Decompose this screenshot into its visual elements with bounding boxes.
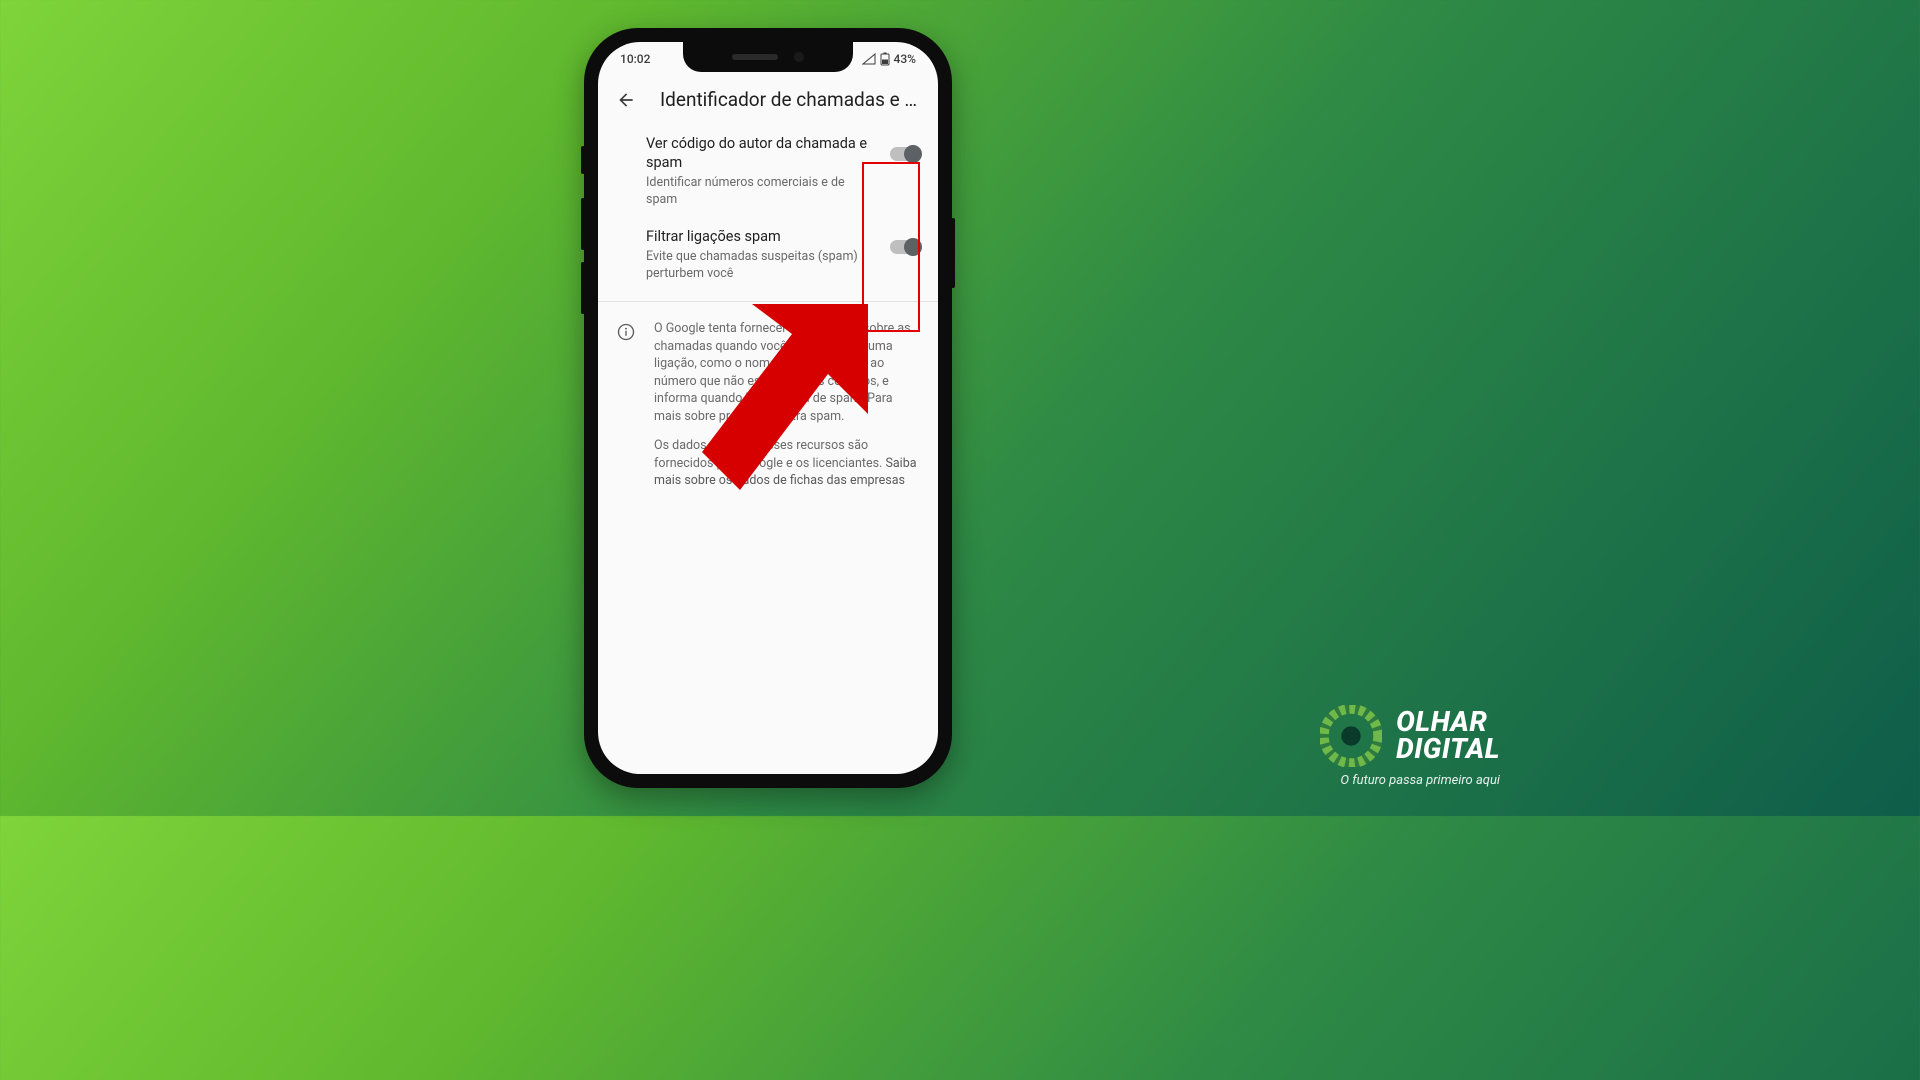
status-battery-pct: 43% [894, 52, 916, 66]
setting-title: Ver código do autor da chamada e spam [646, 135, 878, 173]
info-section: O Google tenta fornecer informações sobr… [598, 310, 938, 500]
side-button [581, 146, 585, 174]
back-arrow-icon[interactable] [616, 90, 636, 110]
page-title: Identificador de chamadas e sp... [660, 88, 920, 111]
toggle-caller-id-spam[interactable] [890, 147, 920, 161]
setting-filter-spam[interactable]: Filtrar ligações spam Evite que chamadas… [598, 218, 938, 293]
app-bar: Identificador de chamadas e sp... [598, 76, 938, 125]
setting-title: Filtrar ligações spam [646, 228, 878, 247]
info-paragraph-2: Os dados usados nesses recursos são forn… [654, 437, 920, 490]
phone-screen: 10:02 43% Identificador de chamadas e sp… [598, 42, 938, 774]
speaker-grille [732, 54, 778, 60]
info-icon [616, 322, 636, 342]
side-button [581, 262, 585, 314]
setting-caller-id-spam[interactable]: Ver código do autor da chamada e spam Id… [598, 125, 938, 218]
setting-subtitle: Identificar números comerciais e de spam [646, 175, 878, 209]
front-camera [794, 52, 804, 62]
phone-frame: 10:02 43% Identificador de chamadas e sp… [584, 28, 952, 788]
info-paragraph-1: O Google tenta fornecer informações sobr… [654, 320, 920, 425]
divider [598, 301, 938, 302]
watermark: OLHAR DIGITAL O futuro passa primeiro aq… [1320, 705, 1500, 788]
watermark-logo-icon [1320, 705, 1382, 767]
battery-icon [880, 52, 890, 66]
side-button [581, 198, 585, 250]
watermark-tagline: O futuro passa primeiro aqui [1340, 773, 1500, 788]
side-button [951, 218, 955, 288]
setting-subtitle: Evite que chamadas suspeitas (spam) pert… [646, 249, 878, 283]
phone-notch [683, 42, 853, 72]
signal-icon [862, 53, 876, 65]
toggle-filter-spam[interactable] [890, 240, 920, 254]
watermark-brand: OLHAR DIGITAL [1396, 709, 1500, 762]
status-time: 10:02 [620, 52, 650, 66]
